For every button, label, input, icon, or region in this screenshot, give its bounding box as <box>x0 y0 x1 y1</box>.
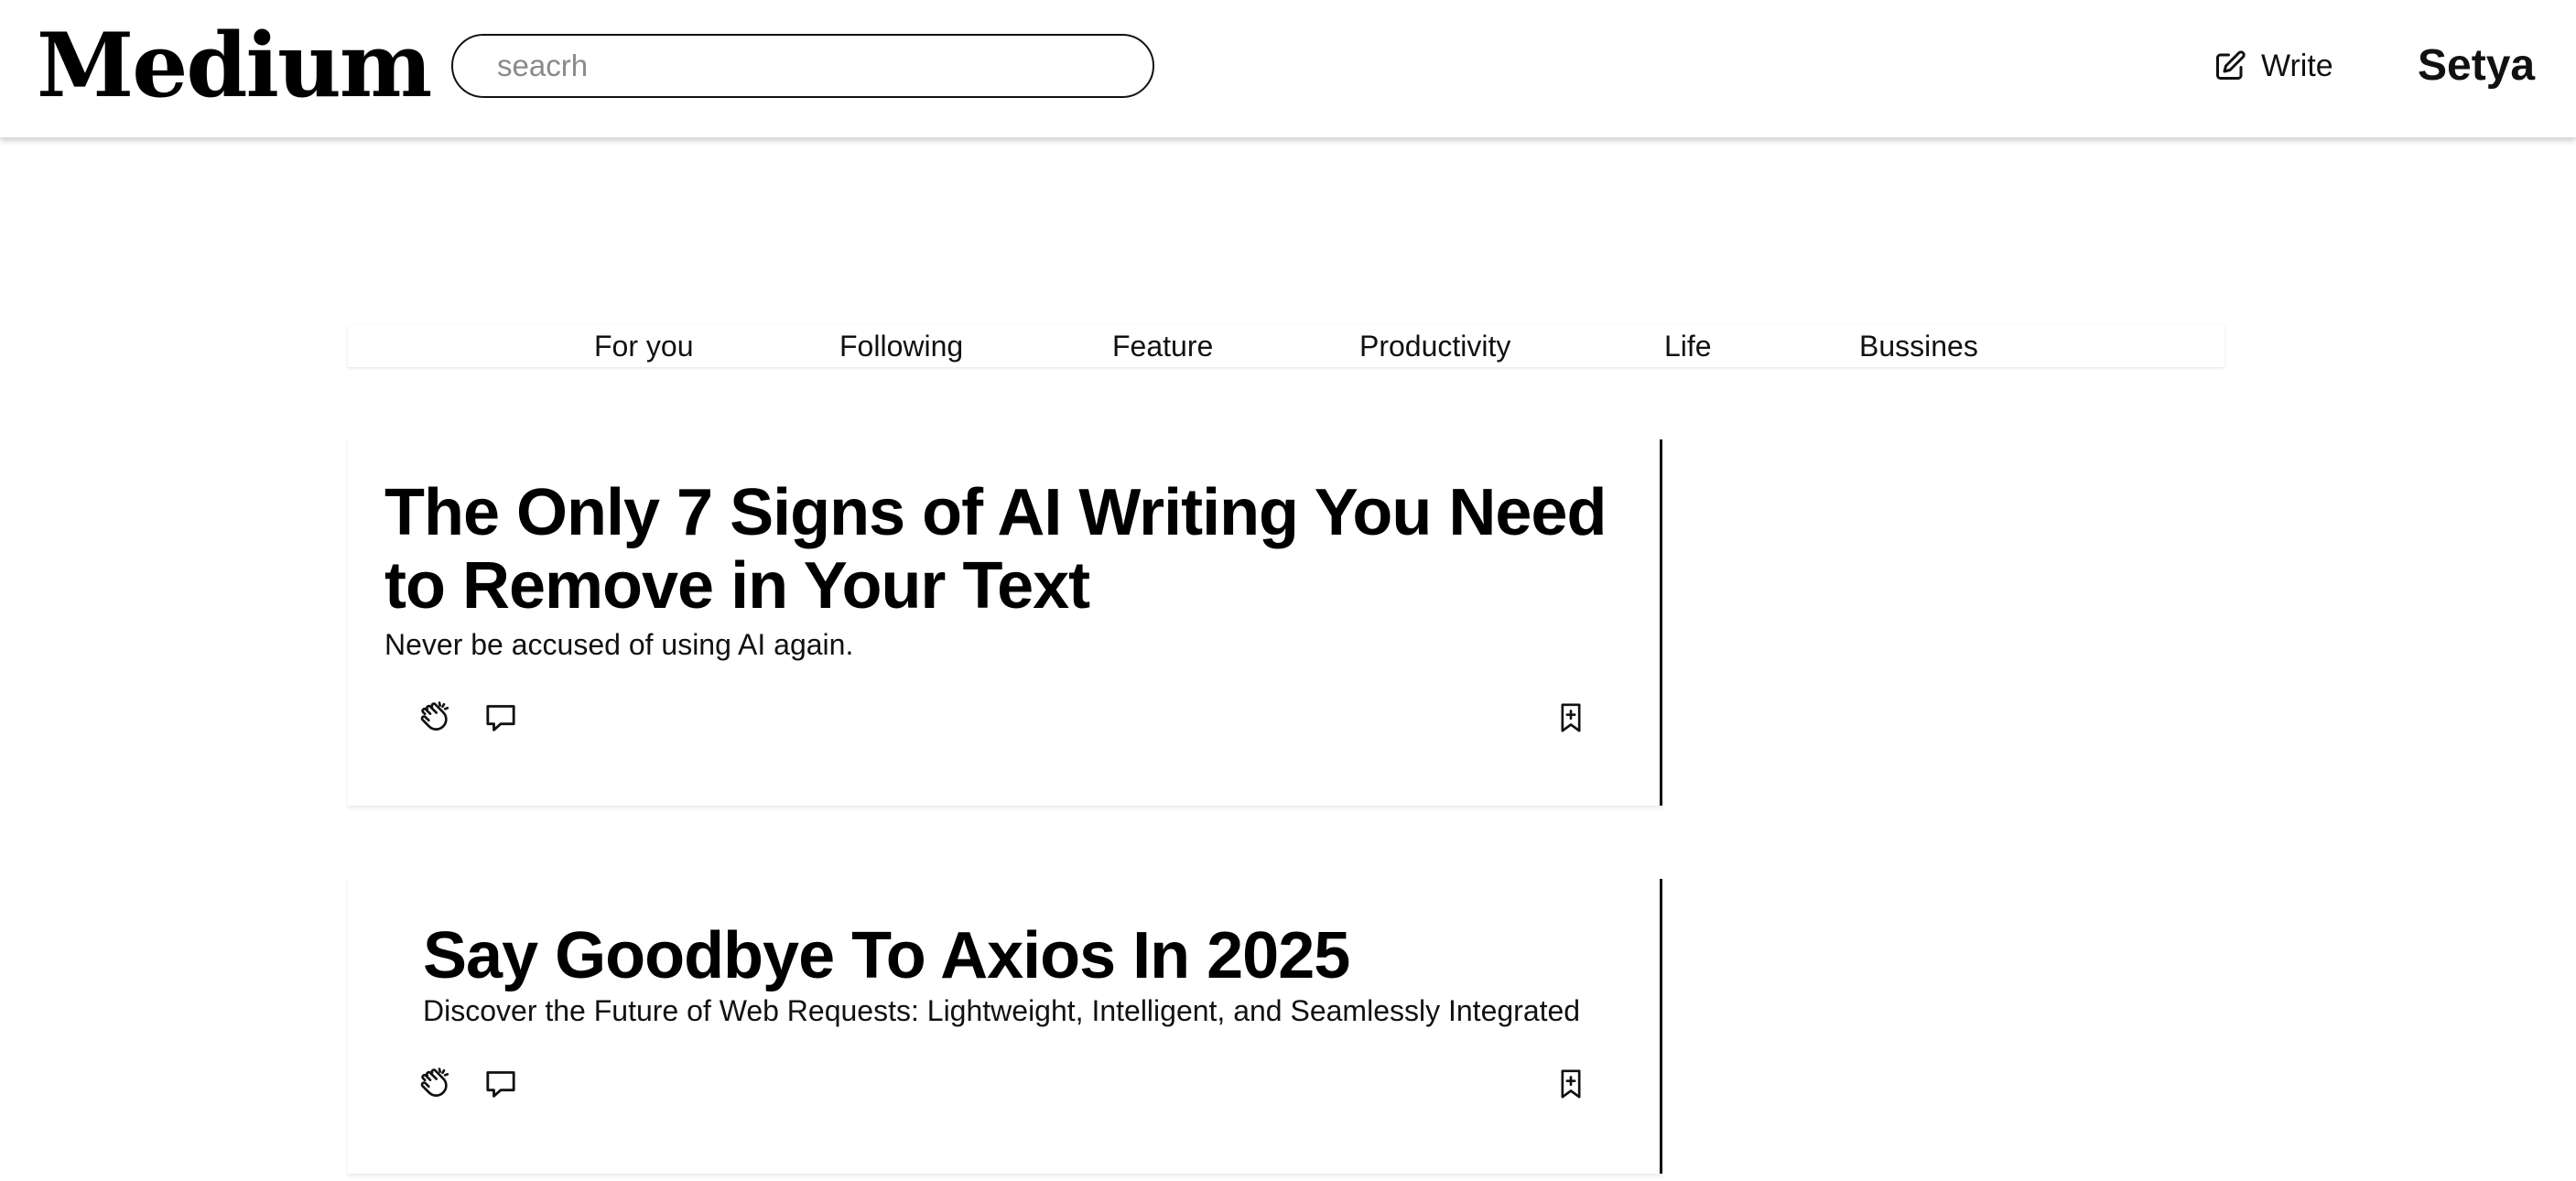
tab-productivity[interactable]: Productivity <box>1359 325 1510 367</box>
tab-life[interactable]: Life <box>1664 325 1712 367</box>
article-title[interactable]: Say Goodbye To Axios In 2025 <box>423 919 1350 992</box>
tab-bussines[interactable]: Bussines <box>1859 325 1978 367</box>
top-navbar: Medium Write Setya <box>0 0 2576 137</box>
category-tabs: For you Following Feature Productivity L… <box>348 325 2224 367</box>
article-subtitle: Discover the Future of Web Requests: Lig… <box>423 994 1581 1027</box>
article-title[interactable]: The Only 7 Signs of AI Writing You Need … <box>384 476 1648 623</box>
article-card[interactable]: The Only 7 Signs of AI Writing You Need … <box>348 439 1662 806</box>
comment-icon[interactable] <box>482 1066 519 1102</box>
clap-icon[interactable] <box>417 699 453 736</box>
tab-following[interactable]: Following <box>839 325 963 367</box>
clap-icon[interactable] <box>417 1066 453 1102</box>
write-label: Write <box>2261 48 2333 83</box>
medium-logo[interactable]: Medium <box>37 16 432 115</box>
tab-feature[interactable]: Feature <box>1112 325 1213 367</box>
edit-icon <box>2213 49 2246 82</box>
bookmark-icon[interactable] <box>1553 1066 1589 1102</box>
bookmark-icon[interactable] <box>1553 699 1589 736</box>
tab-for-you[interactable]: For you <box>594 325 693 367</box>
comment-icon[interactable] <box>482 699 519 736</box>
article-card[interactable]: Say Goodbye To Axios In 2025 Discover th… <box>348 879 1662 1174</box>
article-subtitle: Never be accused of using AI again. <box>384 628 854 661</box>
search-input[interactable] <box>451 34 1154 98</box>
user-name[interactable]: Setya <box>2418 38 2535 93</box>
write-button[interactable]: Write <box>2213 40 2333 92</box>
